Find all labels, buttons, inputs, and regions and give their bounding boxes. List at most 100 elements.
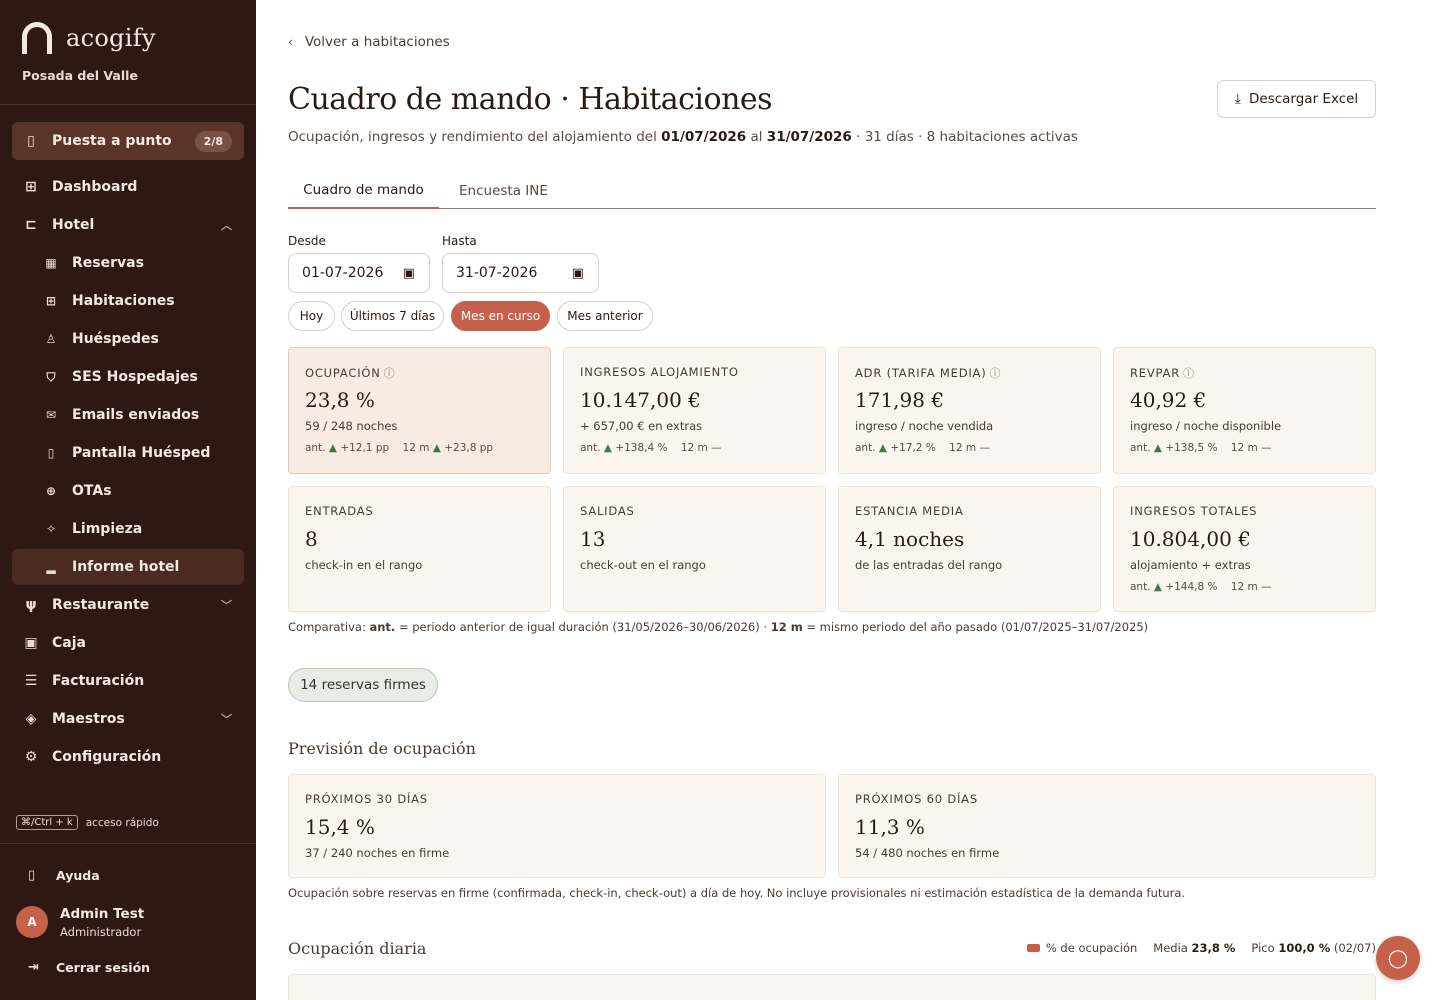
sidebar-item-habitaciones[interactable]: ⊞ Habitaciones — [12, 283, 244, 319]
daily-occupancy-title: Ocupación diaria — [288, 939, 427, 958]
cmp-ant-label: ant. — [855, 442, 876, 454]
sidebar-item-maestros[interactable]: ◈ Maestros ﹀ — [12, 701, 244, 737]
info-icon[interactable]: ⓘ — [990, 367, 1002, 380]
mail-icon: ✉ — [45, 408, 57, 422]
logout-button[interactable]: ⇥ Cerrar sesión — [28, 960, 150, 975]
sidebar: acogify Posada del Valle ▯ Puesta a punt… — [0, 0, 256, 1000]
quick-range-ultimos-7-dias[interactable]: Últimos 7 días — [341, 301, 444, 331]
kpi-label: INGRESOS ALOJAMIENTO — [580, 365, 739, 379]
subtitle-text: al — [750, 129, 763, 145]
kpi-label: ESTANCIA MEDIA — [855, 504, 964, 518]
legend-text: = periodo anterior de igual duración (31… — [398, 620, 768, 634]
calendar-icon[interactable]: ▣ — [572, 266, 584, 281]
sidebar-item-ses-hospedajes[interactable]: ⛉ SES Hospedajes — [12, 359, 244, 395]
gear-icon: ⚙ — [24, 749, 38, 765]
legend-ant: ant. — [369, 620, 396, 634]
kpi-sub: ingreso / noche disponible — [1130, 419, 1282, 433]
cmp-12m-label: 12 m — [949, 442, 977, 454]
to-label: Hasta — [442, 234, 477, 248]
quick-access-shortcut[interactable]: ⌘/Ctrl + k acceso rápido — [16, 815, 159, 830]
user-icon: ♙ — [45, 332, 57, 346]
kpi-value: 8 — [305, 527, 318, 551]
cmp-12m-value: — — [711, 442, 722, 454]
kpi-sub: check-in en el rango — [305, 558, 423, 572]
sidebar-item-setup[interactable]: ▯ Puesta a punto 2/8 — [12, 122, 244, 160]
legend-12m: 12 m — [770, 620, 803, 634]
legend-text: = mismo periodo del año pasado (01/07/20… — [806, 620, 1149, 634]
sidebar-item-label: Habitaciones — [72, 293, 175, 309]
sidebar-item-limpieza[interactable]: ✧ Limpieza — [12, 511, 244, 547]
sidebar-item-facturacion[interactable]: ☰ Facturación — [12, 663, 244, 699]
kpi-label: REVPAR ⓘ — [1130, 365, 1195, 381]
kpi-card-ingresos-alojamiento: INGRESOS ALOJAMIENTO 10.147,00 € + 657,0… — [563, 347, 826, 474]
book-icon: ▯ — [28, 868, 36, 883]
chat-button[interactable]: ◯ — [1376, 936, 1420, 980]
calendar-icon[interactable]: ▣ — [403, 266, 415, 281]
kpi-value: 40,92 € — [1130, 388, 1207, 412]
subtitle-text: Ocupación, ingresos y rendimiento del al… — [288, 129, 657, 145]
sidebar-item-label: Restaurante — [52, 597, 150, 613]
kpi-comparison: ant. ▲ +138,4 % 12 m — — [580, 442, 722, 454]
tab-encuesta-ine[interactable]: Encuesta INE — [459, 172, 548, 209]
cmp-12m-label: 12 m — [402, 442, 430, 454]
quick-range-hoy[interactable]: Hoy — [288, 301, 335, 331]
help-link[interactable]: ▯ Ayuda — [28, 868, 100, 883]
back-link[interactable]: ‹ Volver a habitaciones — [288, 34, 450, 50]
forecast-card-30: PRÓXIMOS 30 DÍAS 15,4 % 37 / 240 noches … — [288, 774, 826, 878]
kpi-value: 23,8 % — [305, 388, 375, 412]
download-excel-button[interactable]: ⤓ Descargar Excel — [1217, 80, 1376, 118]
kpi-value: 10.147,00 € — [580, 388, 701, 412]
firm-bookings-badge[interactable]: 14 reservas firmes — [288, 668, 438, 702]
grid-icon: ⊞ — [45, 294, 57, 308]
sidebar-item-huespedes[interactable]: ♙ Huéspedes — [12, 321, 244, 357]
forecast-label: PRÓXIMOS 60 DÍAS — [855, 792, 978, 806]
download-label: Descargar Excel — [1249, 91, 1359, 107]
brand-logo[interactable]: acogify — [22, 22, 156, 54]
quick-range-mes-anterior[interactable]: Mes anterior — [557, 301, 653, 331]
sidebar-item-otas[interactable]: ⊕ OTAs — [12, 473, 244, 509]
legend-swatch — [1026, 944, 1040, 952]
arrow-up-icon: ▲ — [328, 442, 337, 454]
kpi-label-text: ADR (TARIFA MEDIA) — [855, 366, 987, 380]
date-from-input[interactable]: 01-07-2026 ▣ — [288, 253, 430, 293]
wallet-icon: ▣ — [24, 635, 38, 651]
sidebar-item-emails[interactable]: ✉ Emails enviados — [12, 397, 244, 433]
cmp-12m-value: — — [1261, 442, 1272, 454]
sidebar-item-pantalla-huesped[interactable]: ▯ Pantalla Huésped — [12, 435, 244, 471]
info-icon[interactable]: ⓘ — [1183, 367, 1195, 380]
sidebar-item-caja[interactable]: ▣ Caja — [12, 625, 244, 661]
info-icon[interactable]: ⓘ — [384, 367, 396, 380]
sidebar-item-restaurante[interactable]: ψ Restaurante ﹀ — [12, 587, 244, 623]
sidebar-item-label: Maestros — [52, 711, 125, 727]
cmp-12m-value: — — [979, 442, 990, 454]
forecast-value: 11,3 % — [855, 815, 925, 839]
sidebar-item-label: Informe hotel — [72, 559, 180, 575]
tab-cuadro-de-mando[interactable]: Cuadro de mando — [288, 172, 439, 209]
forecast-card-60: PRÓXIMOS 60 DÍAS 11,3 % 54 / 480 noches … — [838, 774, 1376, 878]
kpi-value: 171,98 € — [855, 388, 945, 412]
sidebar-item-informe-hotel[interactable]: ▂ Informe hotel — [12, 549, 244, 585]
sidebar-item-label: Caja — [52, 635, 86, 651]
cmp-ant-label: ant. — [305, 442, 326, 454]
sidebar-item-dashboard[interactable]: ⊞ Dashboard — [12, 169, 244, 205]
sidebar-item-configuracion[interactable]: ⚙ Configuración — [12, 739, 244, 775]
kpi-card-ingresos-totales: INGRESOS TOTALES 10.804,00 € alojamiento… — [1113, 486, 1376, 612]
sidebar-item-label: Puesta a punto — [52, 133, 172, 149]
shortcut-label: acceso rápido — [85, 816, 159, 829]
sidebar-item-reservas[interactable]: ▦ Reservas — [12, 245, 244, 281]
kpi-card-salidas: SALIDAS 13 check-out en el rango — [563, 486, 826, 612]
kpi-sub: 59 / 248 noches — [305, 419, 398, 433]
avatar[interactable]: A — [16, 906, 48, 938]
kpi-comparison: ant. ▲ +12,1 pp 12 m ▲ +23,8 pp — [305, 442, 493, 454]
forecast-label: PRÓXIMOS 30 DÍAS — [305, 792, 428, 806]
kpi-comparison: ant. ▲ +144,8 % 12 m — — [1130, 581, 1272, 593]
kpi-label: ADR (TARIFA MEDIA) ⓘ — [855, 365, 1001, 381]
cmp-ant-label: ant. — [580, 442, 601, 454]
kpi-sub: check-out en el rango — [580, 558, 706, 572]
main-content: ‹ Volver a habitaciones Cuadro de mando … — [288, 0, 1376, 1000]
arrow-up-icon: ▲ — [603, 442, 612, 454]
date-to-input[interactable]: 31-07-2026 ▣ — [442, 253, 599, 293]
sidebar-item-hotel[interactable]: ⊏ Hotel ︿ — [12, 207, 244, 243]
cmp-ant-value: +17,2 % — [890, 442, 936, 454]
quick-range-mes-en-curso[interactable]: Mes en curso — [451, 301, 550, 331]
